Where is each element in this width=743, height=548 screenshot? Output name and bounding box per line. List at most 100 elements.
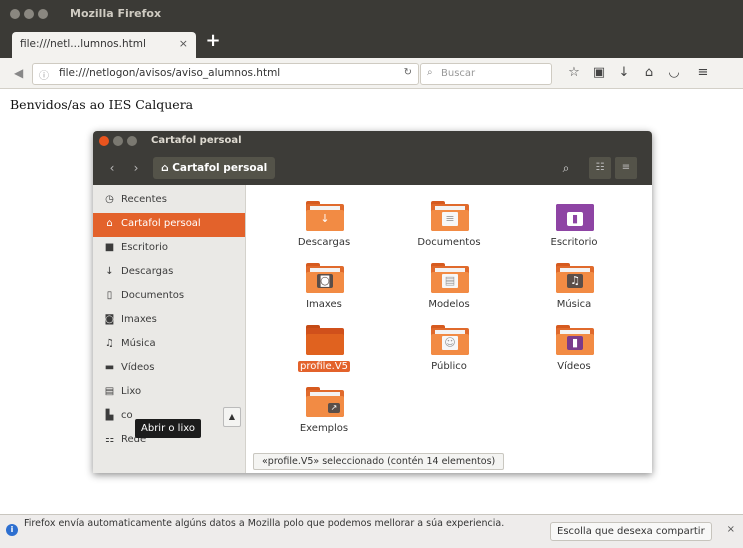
window-title: Mozilla Firefox <box>70 7 162 20</box>
music-folder-icon: ♫ <box>556 263 594 293</box>
file-label: Exemplos <box>299 423 349 434</box>
trash-tooltip: Abrir o lixo <box>135 419 201 438</box>
url-text[interactable]: file:///netlogon/avisos/aviso_alumnos.ht… <box>59 67 280 79</box>
file-label: profile.V5 <box>298 361 350 372</box>
file-label: Música <box>556 299 592 310</box>
document-icon: ▯ <box>106 290 113 301</box>
minimize-window-button[interactable] <box>113 136 123 146</box>
drive-icon: ▙ <box>105 410 114 421</box>
maximize-window-button[interactable] <box>127 136 137 146</box>
camera-icon: ◙ <box>104 314 115 325</box>
sidebar-item-label: Vídeos <box>121 362 155 373</box>
forward-button[interactable]: › <box>125 157 147 179</box>
sidebar-item-videos[interactable]: ▬ Vídeos <box>93 357 245 381</box>
sidebar-item-label: Recentes <box>121 194 167 205</box>
file-item[interactable]: ≡ Documentos <box>399 199 499 257</box>
sidebar-item-lixo[interactable]: ▤ Lixo <box>93 381 245 405</box>
close-icon[interactable]: × <box>727 524 735 535</box>
file-item[interactable]: ↓ Descargas <box>274 199 374 257</box>
sidebar-item-descargas[interactable]: ↓ Descargas <box>93 261 245 285</box>
menu-icon[interactable]: ≡ <box>615 157 637 179</box>
back-icon[interactable]: ◀ <box>14 66 23 80</box>
folder-icon: ■ <box>104 242 115 253</box>
pocket-icon[interactable]: ◡ <box>666 65 682 80</box>
tab-strip: file:///netl...lumnos.html × <box>0 28 743 58</box>
sidebar-item-imaxes[interactable]: ◙ Imaxes <box>93 309 245 333</box>
sidebar-item-label: Imaxes <box>121 314 157 325</box>
file-label: Modelos <box>428 299 470 310</box>
file-item[interactable]: ☺ Público <box>399 323 499 381</box>
file-label: Escritorio <box>550 237 598 248</box>
browser-tab[interactable]: file:///netl...lumnos.html × <box>12 32 196 58</box>
clock-icon: ◷ <box>105 194 114 205</box>
file-manager-title: Cartafol persoal <box>151 135 242 146</box>
examples-folder-icon: ↗ <box>306 387 344 417</box>
sidebar-item-label: Descargas <box>121 266 174 277</box>
selection-status: «profile.V5» seleccionado (contén 14 ele… <box>253 453 505 470</box>
reload-icon[interactable]: ↻ <box>404 67 412 78</box>
path-label: Cartafol persoal <box>172 162 268 174</box>
close-window-button[interactable] <box>99 136 109 146</box>
file-manager-titlebar: Cartafol persoal <box>93 131 652 151</box>
sidebar-item-recentes[interactable]: ◷ Recentes <box>93 189 245 213</box>
home-icon: ⌂ <box>161 162 169 174</box>
info-icon[interactable]: ⓘ <box>39 67 49 82</box>
sidebar-item-label: Documentos <box>121 290 185 301</box>
choose-share-button[interactable]: Escolla que desexa compartir <box>550 522 712 541</box>
home-icon[interactable]: ⌂ <box>641 65 657 80</box>
file-manager-window: Cartafol persoal ‹ › ⌂ Cartafol persoal … <box>93 131 652 473</box>
desktop-folder-icon: ▮ <box>556 201 594 231</box>
videos-folder-icon: ▮ <box>556 325 594 355</box>
close-window-button[interactable] <box>10 9 20 19</box>
music-icon: ♫ <box>105 338 114 349</box>
sidebar-item-documentos[interactable]: ▯ Documentos <box>93 285 245 309</box>
search-bar[interactable]: ⌕ Buscar <box>420 63 552 85</box>
video-icon: ▬ <box>104 362 115 373</box>
file-manager-toolbar: ‹ › ⌂ Cartafol persoal ⌕ ☷ ≡ <box>93 151 652 185</box>
sidebar-item-cartafol-persoal[interactable]: ⌂ Cartafol persoal <box>93 213 245 237</box>
file-item[interactable]: ◙ Imaxes <box>274 261 374 319</box>
back-button[interactable]: ‹ <box>101 157 123 179</box>
file-label: Imaxes <box>306 299 342 310</box>
minimize-window-button[interactable] <box>24 9 34 19</box>
path-button[interactable]: ⌂ Cartafol persoal <box>153 157 276 179</box>
file-item-selected[interactable]: profile.V5 <box>274 323 374 381</box>
templates-folder-icon: ▤ <box>431 263 469 293</box>
url-bar[interactable]: ⓘ file:///netlogon/avisos/aviso_alumnos.… <box>32 63 419 85</box>
notification-text: Firefox envía automaticamente algúns dat… <box>24 518 505 529</box>
info-icon: i <box>6 524 18 536</box>
sidebar-item-label: Lixo <box>121 386 142 397</box>
notification-bar: i Firefox envía automaticamente algúns d… <box>0 514 743 548</box>
file-item[interactable]: ▤ Modelos <box>399 261 499 319</box>
sidebar-item-label: Música <box>121 338 156 349</box>
page-heading: Benvidos/as ao IES Calquera <box>10 97 194 112</box>
file-item[interactable]: ▮ Vídeos <box>524 323 624 381</box>
file-label: Documentos <box>417 237 481 248</box>
file-label: Descargas <box>297 237 351 248</box>
reader-icon[interactable]: ▣ <box>591 65 607 80</box>
maximize-window-button[interactable] <box>38 9 48 19</box>
sidebar-item-escritorio[interactable]: ■ Escritorio <box>93 237 245 261</box>
navigation-bar: ◀ ⓘ file:///netlogon/avisos/aviso_alumno… <box>0 58 743 89</box>
browser-titlebar: Mozilla Firefox <box>0 0 743 28</box>
list-view-icon[interactable]: ☷ <box>589 157 611 179</box>
folder-icon <box>306 325 344 355</box>
file-label: Público <box>431 361 467 372</box>
file-item[interactable]: ▮ Escritorio <box>524 199 624 257</box>
tab-close-icon[interactable]: × <box>179 37 188 50</box>
new-tab-button[interactable]: + <box>203 30 223 52</box>
menu-icon[interactable]: ≡ <box>695 65 711 80</box>
file-item[interactable]: ↗ Exemplos <box>274 385 374 443</box>
trash-icon: ▤ <box>104 386 115 397</box>
sidebar-item-label: Escritorio <box>121 242 168 253</box>
sidebar-item-label: Cartafol persoal <box>121 218 201 229</box>
tab-label: file:///netl...lumnos.html <box>20 38 146 50</box>
eject-icon[interactable]: ▲ <box>223 407 241 427</box>
file-label: Vídeos <box>557 361 591 372</box>
download-icon[interactable]: ↓ <box>616 65 632 80</box>
bookmark-star-icon[interactable]: ☆ <box>566 65 582 80</box>
sidebar-item-musica[interactable]: ♫ Música <box>93 333 245 357</box>
search-icon: ⌕ <box>427 67 433 78</box>
search-icon[interactable]: ⌕ <box>555 157 577 179</box>
file-item[interactable]: ♫ Música <box>524 261 624 319</box>
